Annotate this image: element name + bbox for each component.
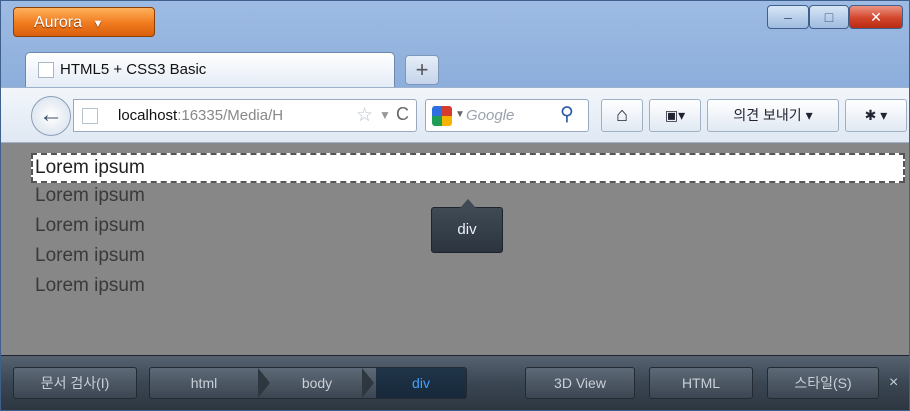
- maximize-button[interactable]: □: [809, 5, 849, 29]
- breadcrumb-div[interactable]: div: [376, 368, 466, 398]
- bookmark-star-icon[interactable]: ☆: [356, 104, 373, 127]
- close-window-button[interactable]: ✕: [849, 5, 903, 29]
- feedback-button[interactable]: 의견 보내기 ▾: [707, 99, 839, 132]
- caret-down-icon: ▼: [92, 18, 104, 30]
- inspector-toolbar: 문서 검사(I) html body div 3D View HTML 스타일(…: [1, 355, 909, 410]
- home-button[interactable]: ⌂: [601, 99, 643, 132]
- minimize-button[interactable]: –: [767, 5, 809, 29]
- 3d-view-button[interactable]: 3D View: [525, 367, 635, 399]
- breadcrumb-body[interactable]: body: [272, 368, 362, 398]
- lorem-line-2: Lorem ipsum: [35, 185, 145, 206]
- search-box[interactable]: ▼ Google ⚲: [425, 99, 589, 132]
- history-dropdown-icon[interactable]: ▼: [379, 108, 391, 122]
- google-engine-icon[interactable]: [432, 106, 452, 126]
- page-content: Lorem ipsum Lorem ipsum Lorem ipsum Lore…: [1, 143, 909, 355]
- search-magnifier-icon[interactable]: ⚲: [560, 103, 574, 126]
- address-bar[interactable]: localhost:16335/Media/H ☆ ▼ C: [73, 99, 417, 132]
- engine-dropdown-icon[interactable]: ▼: [455, 109, 465, 120]
- url-host: localhost: [118, 107, 178, 124]
- breadcrumb: html body div: [149, 367, 467, 399]
- url-path: :16335/Media/H: [177, 107, 284, 124]
- search-placeholder: Google: [466, 107, 515, 124]
- aurora-menu-button[interactable]: Aurora ▼: [13, 7, 155, 37]
- lorem-line-1: Lorem ipsum: [35, 157, 145, 178]
- style-panel-button[interactable]: 스타일(S): [767, 367, 879, 399]
- url-text: localhost:16335/Media/H: [118, 107, 283, 124]
- browser-window: Aurora ▼ – □ ✕ HTML5 + CSS3 Basic + ← lo…: [0, 0, 910, 411]
- navigation-toolbar: ← localhost:16335/Media/H ☆ ▼ C ▼ Google…: [1, 87, 909, 143]
- close-inspector-icon[interactable]: ×: [889, 374, 898, 392]
- highlighted-div[interactable]: Lorem ipsum: [31, 153, 905, 183]
- breadcrumb-separator: [258, 368, 270, 398]
- lorem-line-4: Lorem ipsum: [35, 245, 145, 266]
- breadcrumb-html[interactable]: html: [150, 368, 258, 398]
- addon-button[interactable]: ▣▾: [649, 99, 701, 132]
- back-button[interactable]: ←: [31, 96, 71, 136]
- breadcrumb-separator: [362, 368, 374, 398]
- tab-html5-css3-basic[interactable]: HTML5 + CSS3 Basic: [25, 52, 395, 87]
- page-icon: [38, 62, 54, 78]
- html-panel-button[interactable]: HTML: [649, 367, 753, 399]
- reload-button[interactable]: C: [396, 104, 409, 125]
- tab-title: HTML5 + CSS3 Basic: [60, 61, 207, 78]
- inspect-button[interactable]: 문서 검사(I): [13, 367, 137, 399]
- lorem-line-3: Lorem ipsum: [35, 215, 145, 236]
- lorem-line-5: Lorem ipsum: [35, 275, 145, 296]
- new-tab-button[interactable]: +: [405, 55, 439, 85]
- site-identity-icon[interactable]: [82, 108, 98, 124]
- plugin-menu-button[interactable]: ✱ ▾: [845, 99, 907, 132]
- element-tooltip: div: [431, 199, 503, 253]
- app-button-label: Aurora: [34, 14, 83, 31]
